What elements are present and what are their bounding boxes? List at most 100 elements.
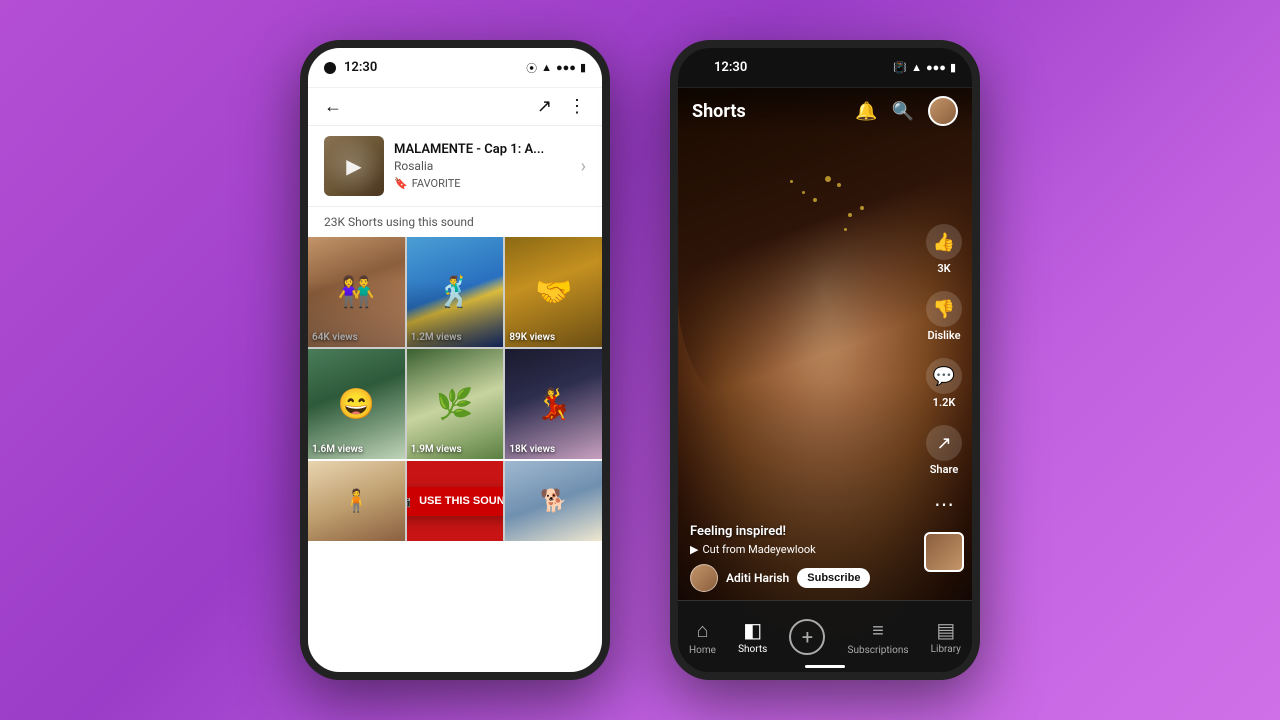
nav-subscriptions[interactable]: ≡ Subscriptions [848,618,909,656]
person2-icon: 🕺 [407,237,504,347]
phone2-network-icon: ●●● [926,61,946,74]
person5-icon: 🌿 [407,349,504,459]
person3-icon: 🤝 [505,237,602,347]
video-thumb-5[interactable]: 🌿 1.9M views [407,349,504,459]
phone1-status-bar: 12:30 ⦿ ▲ ●●● ▮ [308,48,602,88]
sound-title: MALAMENTE - Cap 1: A... [394,142,571,157]
shorts-count: 23K Shorts using this sound [308,207,602,237]
phone1-content: ← ↗ ⋮ ▶ MALAMENTE - Cap 1: A... Rosalia … [308,88,602,672]
person4-icon: 😄 [308,349,405,459]
phone2-content: Shorts 🔔 🔍 👍 3K 👎 Dislike 💬 [678,88,972,672]
video-views-2: 1.2M views [411,332,462,343]
video-grid: 👫 64K views 🕺 1.2M views 🤝 89K views 😄 1… [308,237,602,459]
cut-from[interactable]: ▶ Cut from Madeyewlook [690,543,912,556]
person8-icon: 🐕 [505,461,602,541]
person7-icon: 🧍 [308,461,405,541]
user-avatar[interactable] [928,96,958,126]
like-button[interactable]: 👍 [926,224,962,260]
shorts-nav-label: Shorts [738,644,767,655]
shorts-title: Shorts [692,101,746,122]
sound-arrow-icon[interactable]: › [581,156,586,177]
like-action: 👍 3K [926,224,962,275]
right-sidebar: 👍 3K 👎 Dislike 💬 1.2K ↗ Share ⋯ [924,224,964,572]
home-nav-label: Home [689,645,716,656]
sound-artist: Rosalia [394,159,571,173]
channel-row: Aditi Harish Subscribe [690,564,912,592]
video-thumb-7[interactable]: 🧍 [308,461,405,541]
video-views-3: 89K views [509,332,555,343]
phone2-wifi-icon: ▲ [911,61,922,74]
shorts-header-icons: 🔔 🔍 [855,96,958,126]
video-thumb-4[interactable]: 😄 1.6M views [308,349,405,459]
person1-icon: 👫 [308,237,405,347]
home-nav-icon: ⌂ [696,618,708,643]
person6-icon: 💃 [505,349,602,459]
share-action: ↗ Share [926,425,962,476]
phone1-battery-icon: ▮ [580,61,586,74]
video-thumb-8[interactable]: 📷 USE THIS SOUND [407,461,504,541]
share-button[interactable]: ↗ [926,425,962,461]
nav-shorts[interactable]: ◧ Shorts [738,618,767,655]
share-button[interactable]: ↗ [537,96,552,117]
video-views-6: 18K views [509,444,555,455]
share-label: Share [930,463,959,476]
sound-info: MALAMENTE - Cap 1: A... Rosalia 🔖 FAVORI… [384,142,581,190]
search-icon[interactable]: 🔍 [892,101,914,122]
phone1-camera [324,62,336,74]
phone1-time: 12:30 [344,60,377,75]
play-icon: ▶ [346,154,361,178]
back-button[interactable]: ← [324,96,342,117]
phone2-status-bar: 12:30 📳 ▲ ●●● ▮ [678,48,972,88]
video-views-4: 1.6M views [312,444,363,455]
phone1-signal-icon: ⦿ [526,60,537,76]
subscriptions-nav-icon: ≡ [872,618,884,643]
bottom-nav: ⌂ Home ◧ Shorts + ≡ Subscriptions ▤ Libr… [678,600,972,672]
phone2-camera [694,62,706,74]
phone1-header-actions: ↗ ⋮ [537,96,586,117]
use-this-sound-button[interactable]: 📷 USE THIS SOUND [407,487,504,516]
bottom-info: Feeling inspired! ▶ Cut from Madeyewlook… [690,524,912,592]
video-thumb-1[interactable]: 👫 64K views [308,237,405,347]
phone1-header: ← ↗ ⋮ [308,88,602,126]
creator-thumbnail[interactable] [924,532,964,572]
comment-button[interactable]: 💬 [926,358,962,394]
like-count: 3K [937,262,950,275]
phones-container: 12:30 ⦿ ▲ ●●● ▮ ← ↗ ⋮ ▶ [300,40,980,680]
video-thumb-3[interactable]: 🤝 89K views [505,237,602,347]
nav-add[interactable]: + [789,619,825,655]
video-caption: Feeling inspired! [690,524,912,539]
nav-indicator [805,665,845,668]
phone1-wifi-icon: ▲ [541,61,552,74]
subscriptions-nav-label: Subscriptions [848,645,909,656]
nav-home[interactable]: ⌂ Home [689,618,716,656]
phone1-status-icons: ⦿ ▲ ●●● ▮ [526,60,586,76]
video-thumb-6[interactable]: 💃 18K views [505,349,602,459]
play-icon-small: ▶ [690,543,698,556]
dislike-label: Dislike [927,329,960,342]
comment-action: 💬 1.2K [926,358,962,409]
dislike-button[interactable]: 👎 [926,291,962,327]
video-views-5: 1.9M views [411,444,462,455]
sound-card: ▶ MALAMENTE - Cap 1: A... Rosalia 🔖 FAVO… [308,126,602,207]
bookmark-icon: 🔖 [394,177,408,190]
shorts-nav-icon: ◧ [743,618,762,642]
more-options-button[interactable]: ⋯ [934,492,954,516]
nav-library[interactable]: ▤ Library [931,618,961,655]
library-nav-icon: ▤ [936,618,955,642]
add-icon[interactable]: + [789,619,825,655]
phone1-network-icon: ●●● [556,61,576,74]
video-thumb-2[interactable]: 🕺 1.2M views [407,237,504,347]
subscribe-button[interactable]: Subscribe [797,568,870,588]
sound-favorite[interactable]: 🔖 FAVORITE [394,177,571,190]
phone2-status-icons: 📳 ▲ ●●● ▮ [893,61,956,74]
bell-icon[interactable]: 🔔 [855,101,877,122]
shorts-header: Shorts 🔔 🔍 [678,88,972,134]
phone-2: 12:30 📳 ▲ ●●● ▮ [670,40,980,680]
video-grid-partial: 🧍 📷 USE THIS SOUND 🐕 [308,461,602,541]
more-button[interactable]: ⋮ [568,96,586,117]
phone2-vol-icon: 📳 [893,61,907,74]
library-nav-label: Library [931,644,961,655]
channel-name: Aditi Harish [726,571,789,585]
phone2-battery-icon: ▮ [950,61,956,74]
video-thumb-9[interactable]: 🐕 [505,461,602,541]
